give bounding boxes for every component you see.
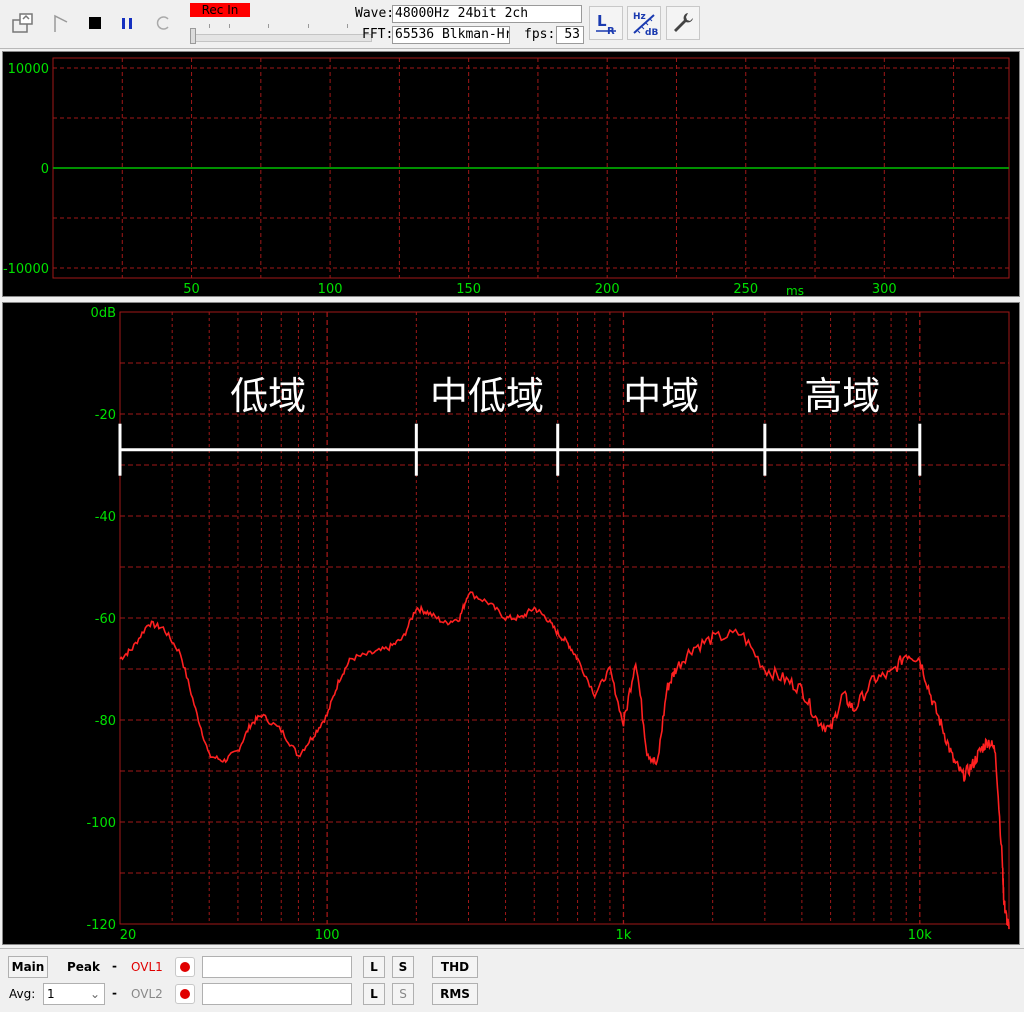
slider-tick [209,24,210,28]
waveform-chart: 50 100 150 200 250 300 10000 0 -10000 ms [3,57,1010,298]
y-tick-label: -20 [95,408,116,423]
bottom-bar: Main Peak - OVL1 L S THD Avg: 1 ⌄ - OVL2… [0,948,1024,1012]
band-label: 中低域 [430,374,544,418]
fps-value: 53 [556,26,584,44]
y-tick-label: -120 [86,918,116,933]
x-tick-label: 250 [733,282,758,296]
fft-setting-field[interactable]: 65536 Blkman-Hr [392,26,510,44]
ovl2-field [202,983,352,1005]
y-tick-label: 0 [41,162,49,177]
waveform-panel[interactable]: 50 100 150 200 250 300 10000 0 -10000 ms [2,51,1020,298]
slider-tick [229,24,230,28]
x-tick-label: 200 [595,282,620,296]
x-tick-label: 100 [315,928,340,943]
peak-label: Peak [67,960,101,974]
spectrum-chart: 0dB -20 -40 -60 -80 -100 -120 20 100 1k 10k 低域 中低域 中域… [86,306,1010,943]
stop-icon[interactable] [80,6,110,40]
ovl1-field [202,956,352,978]
avg-select[interactable]: 1 ⌄ [43,983,105,1005]
ovl2-label: OVL2 [131,987,163,1001]
x-tick-label: 50 [183,282,200,296]
ovl1-label: OVL1 [131,960,163,974]
main-button[interactable]: Main [8,956,48,978]
hz-db-scale-icon[interactable]: Hz dB [627,6,661,40]
dash-separator: - [112,959,117,973]
fft-label: FFT: [362,27,394,42]
thd-button[interactable]: THD [432,956,478,978]
band-label: 高域 [804,374,880,418]
y-tick-label: 10000 [8,62,49,77]
hz-label: Hz [633,12,646,22]
y-tick-label: -80 [95,714,116,729]
x-tick-label: 150 [456,282,481,296]
input-level-slider-thumb[interactable] [190,28,196,44]
pause-icon[interactable] [112,6,142,40]
x-tick-label: 10k [908,928,933,943]
x-tick-label: 20 [120,928,137,943]
ovl1-indicator-icon [175,957,195,977]
file-open-icon[interactable] [8,6,38,40]
ovl2-s-button[interactable]: S [392,983,414,1005]
slider-tick [347,24,348,28]
wave-label: Wave: [355,6,395,21]
ovl2-l-button[interactable]: L [363,983,385,1005]
ovl1-s-button[interactable]: S [392,956,414,978]
ovl1-l-button[interactable]: L [363,956,385,978]
band-label: 低域 [230,374,306,418]
channel-lr-icon[interactable]: L R [589,6,623,40]
y-tick-label: -60 [95,612,116,627]
dash-separator: - [112,986,117,1000]
chevron-down-icon: ⌄ [89,987,100,1001]
y-tick-label: -40 [95,510,116,525]
spectrum-panel[interactable]: 0dB -20 -40 -60 -80 -100 -120 20 100 1k 10k 低域 中低域 中域… [2,302,1020,945]
slider-tick [308,24,309,28]
spectrum-series-line [119,591,1010,930]
y-tick-label: -100 [86,816,116,831]
x-tick-label: 300 [872,282,897,296]
x-unit-label: ms [786,284,804,296]
rms-button[interactable]: RMS [432,983,478,1005]
avg-label: Avg: [9,987,36,1001]
input-level-slider[interactable] [190,34,372,42]
reload-icon[interactable] [148,6,178,40]
svg-text:R: R [607,26,615,36]
wave-format-field[interactable]: 48000Hz 24bit 2ch [392,5,582,23]
slider-tick [268,24,269,28]
fps-label: fps: [524,27,556,42]
ovl2-indicator-icon [175,984,195,1004]
marker-icon[interactable] [46,6,76,40]
x-tick-label: 100 [318,282,343,296]
x-tick-label: 1k [616,928,632,943]
avg-select-value: 1 [47,987,55,1001]
settings-wrench-icon[interactable] [666,6,700,40]
db-label: dB [645,28,658,37]
svg-text:L: L [597,12,607,30]
band-label: 中域 [623,374,699,418]
rec-in-indicator: Rec In [190,3,250,17]
y-tick-label: -10000 [3,262,49,277]
y-tick-label: 0dB [91,306,116,321]
toolbar: Rec In Wave: 48000Hz 24bit 2ch FFT: 6553… [0,0,1024,49]
